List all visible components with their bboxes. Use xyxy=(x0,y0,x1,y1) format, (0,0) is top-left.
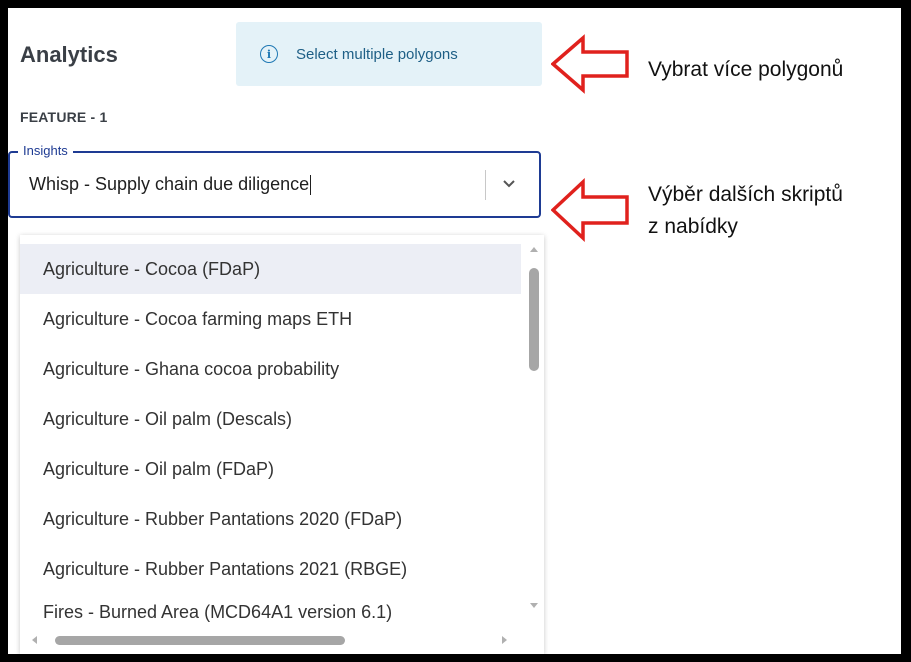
red-arrow-left-icon xyxy=(551,178,629,242)
feature-label: FEATURE - 1 xyxy=(20,109,108,125)
info-icon: i xyxy=(260,45,278,63)
option-item[interactable]: Agriculture - Cocoa (FDaP) xyxy=(20,244,521,294)
annotation-select-polygons: Vybrat více polygonů xyxy=(648,58,844,81)
option-item[interactable]: Agriculture - Oil palm (FDaP) xyxy=(20,444,521,494)
annotation-more-scripts: Výběr dalších skriptů z nabídky xyxy=(648,179,843,243)
insights-options-menu: Agriculture - Cocoa (FDaP) Agriculture -… xyxy=(20,235,544,654)
option-item[interactable]: Agriculture - Rubber Pantations 2020 (FD… xyxy=(20,494,521,544)
analytics-panel: Analytics i Select multiple polygons FEA… xyxy=(8,8,901,654)
annotation-line: z nabídky xyxy=(648,215,738,238)
red-arrow-left-icon xyxy=(551,34,629,94)
select-multiple-polygons-hint[interactable]: i Select multiple polygons xyxy=(236,22,542,86)
option-item[interactable]: Fires - Burned Area (MCD64A1 version 6.1… xyxy=(20,594,521,630)
horizontal-scroll-thumb[interactable] xyxy=(55,636,345,645)
option-item[interactable]: Agriculture - Ghana cocoa probability xyxy=(20,344,521,394)
horizontal-scrollbar[interactable] xyxy=(20,629,524,649)
option-item[interactable]: Agriculture - Cocoa farming maps ETH xyxy=(20,294,521,344)
insights-input[interactable]: Whisp - Supply chain due diligence xyxy=(29,174,312,196)
option-item[interactable]: Agriculture - Oil palm (Descals) xyxy=(20,394,521,444)
insights-label: Insights xyxy=(18,143,73,158)
scroll-up-arrow-icon[interactable] xyxy=(530,247,538,252)
scroll-left-arrow-icon[interactable] xyxy=(32,636,37,644)
vertical-scrollbar[interactable] xyxy=(524,243,540,623)
chevron-down-icon[interactable] xyxy=(500,174,518,192)
hint-text: Select multiple polygons xyxy=(296,45,458,63)
annotation-line: Výběr dalších skriptů xyxy=(648,183,843,206)
scroll-right-arrow-icon[interactable] xyxy=(502,636,507,644)
panel-title: Analytics xyxy=(20,42,118,67)
scroll-down-arrow-icon[interactable] xyxy=(530,603,538,608)
indicator-separator xyxy=(485,170,486,200)
vertical-scroll-thumb[interactable] xyxy=(529,268,539,371)
option-item[interactable]: Agriculture - Rubber Pantations 2021 (RB… xyxy=(20,544,521,594)
insights-select[interactable]: Insights Whisp - Supply chain due dilige… xyxy=(8,143,541,218)
insights-value: Whisp - Supply chain due diligence xyxy=(29,174,310,194)
text-cursor xyxy=(310,175,312,196)
